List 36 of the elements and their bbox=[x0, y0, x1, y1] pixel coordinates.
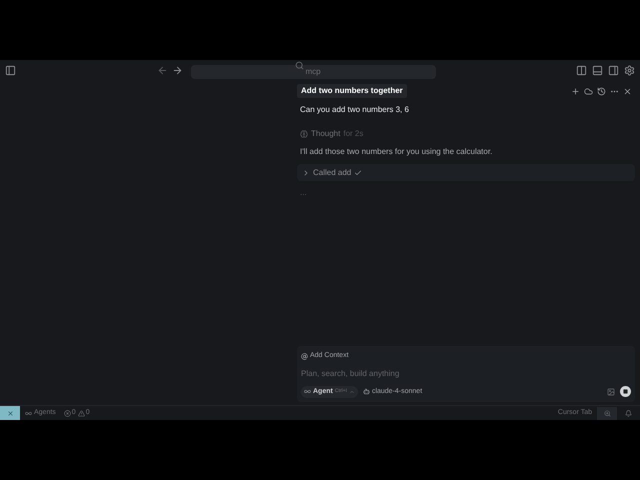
warning-icon bbox=[78, 410, 85, 416]
at-icon bbox=[301, 352, 308, 360]
thought-label[interactable]: Thought bbox=[311, 128, 340, 140]
bottom-panel-icon[interactable] bbox=[592, 64, 603, 76]
forward-icon[interactable] bbox=[172, 64, 182, 76]
stop-button[interactable] bbox=[620, 386, 631, 398]
stop-icon bbox=[623, 389, 628, 394]
image-icon[interactable] bbox=[607, 388, 615, 396]
new-chat-icon[interactable] bbox=[571, 86, 580, 96]
zoom-button[interactable] bbox=[597, 406, 617, 420]
settings-icon[interactable] bbox=[624, 64, 635, 76]
tool-call-card[interactable]: Called add bbox=[297, 164, 635, 181]
back-icon[interactable] bbox=[156, 64, 168, 76]
history-icon[interactable] bbox=[597, 86, 606, 96]
chevron-up-icon bbox=[348, 388, 355, 395]
tool-call-label: Called add bbox=[313, 166, 352, 178]
user-message: Can you add two numbers 3, 6 bbox=[299, 104, 410, 116]
right-panel-icon[interactable] bbox=[608, 64, 619, 76]
loading-dots: ... bbox=[299, 187, 308, 199]
cloud-icon[interactable] bbox=[584, 86, 593, 96]
zoom-icon bbox=[604, 410, 610, 416]
search-field[interactable]: mcp bbox=[190, 64, 436, 78]
thought-duration: for 2s bbox=[343, 128, 364, 140]
sidebar-toggle-icon[interactable] bbox=[5, 64, 16, 76]
search-icon bbox=[294, 60, 304, 70]
brain-icon bbox=[300, 130, 308, 138]
error-icon bbox=[64, 410, 71, 416]
infinity-icon bbox=[304, 388, 311, 396]
assistant-reply: I'll add those two numbers for you using the calculator. bbox=[299, 146, 494, 158]
close-icon[interactable] bbox=[623, 86, 632, 96]
message-input[interactable]: Plan, search, build anything bbox=[301, 368, 631, 380]
bell-icon[interactable] bbox=[625, 410, 632, 416]
chat-title[interactable]: Add two numbers together bbox=[297, 84, 407, 98]
split-layout-icon[interactable] bbox=[576, 64, 587, 76]
model-icon bbox=[362, 388, 370, 396]
agents-icon bbox=[25, 410, 32, 416]
